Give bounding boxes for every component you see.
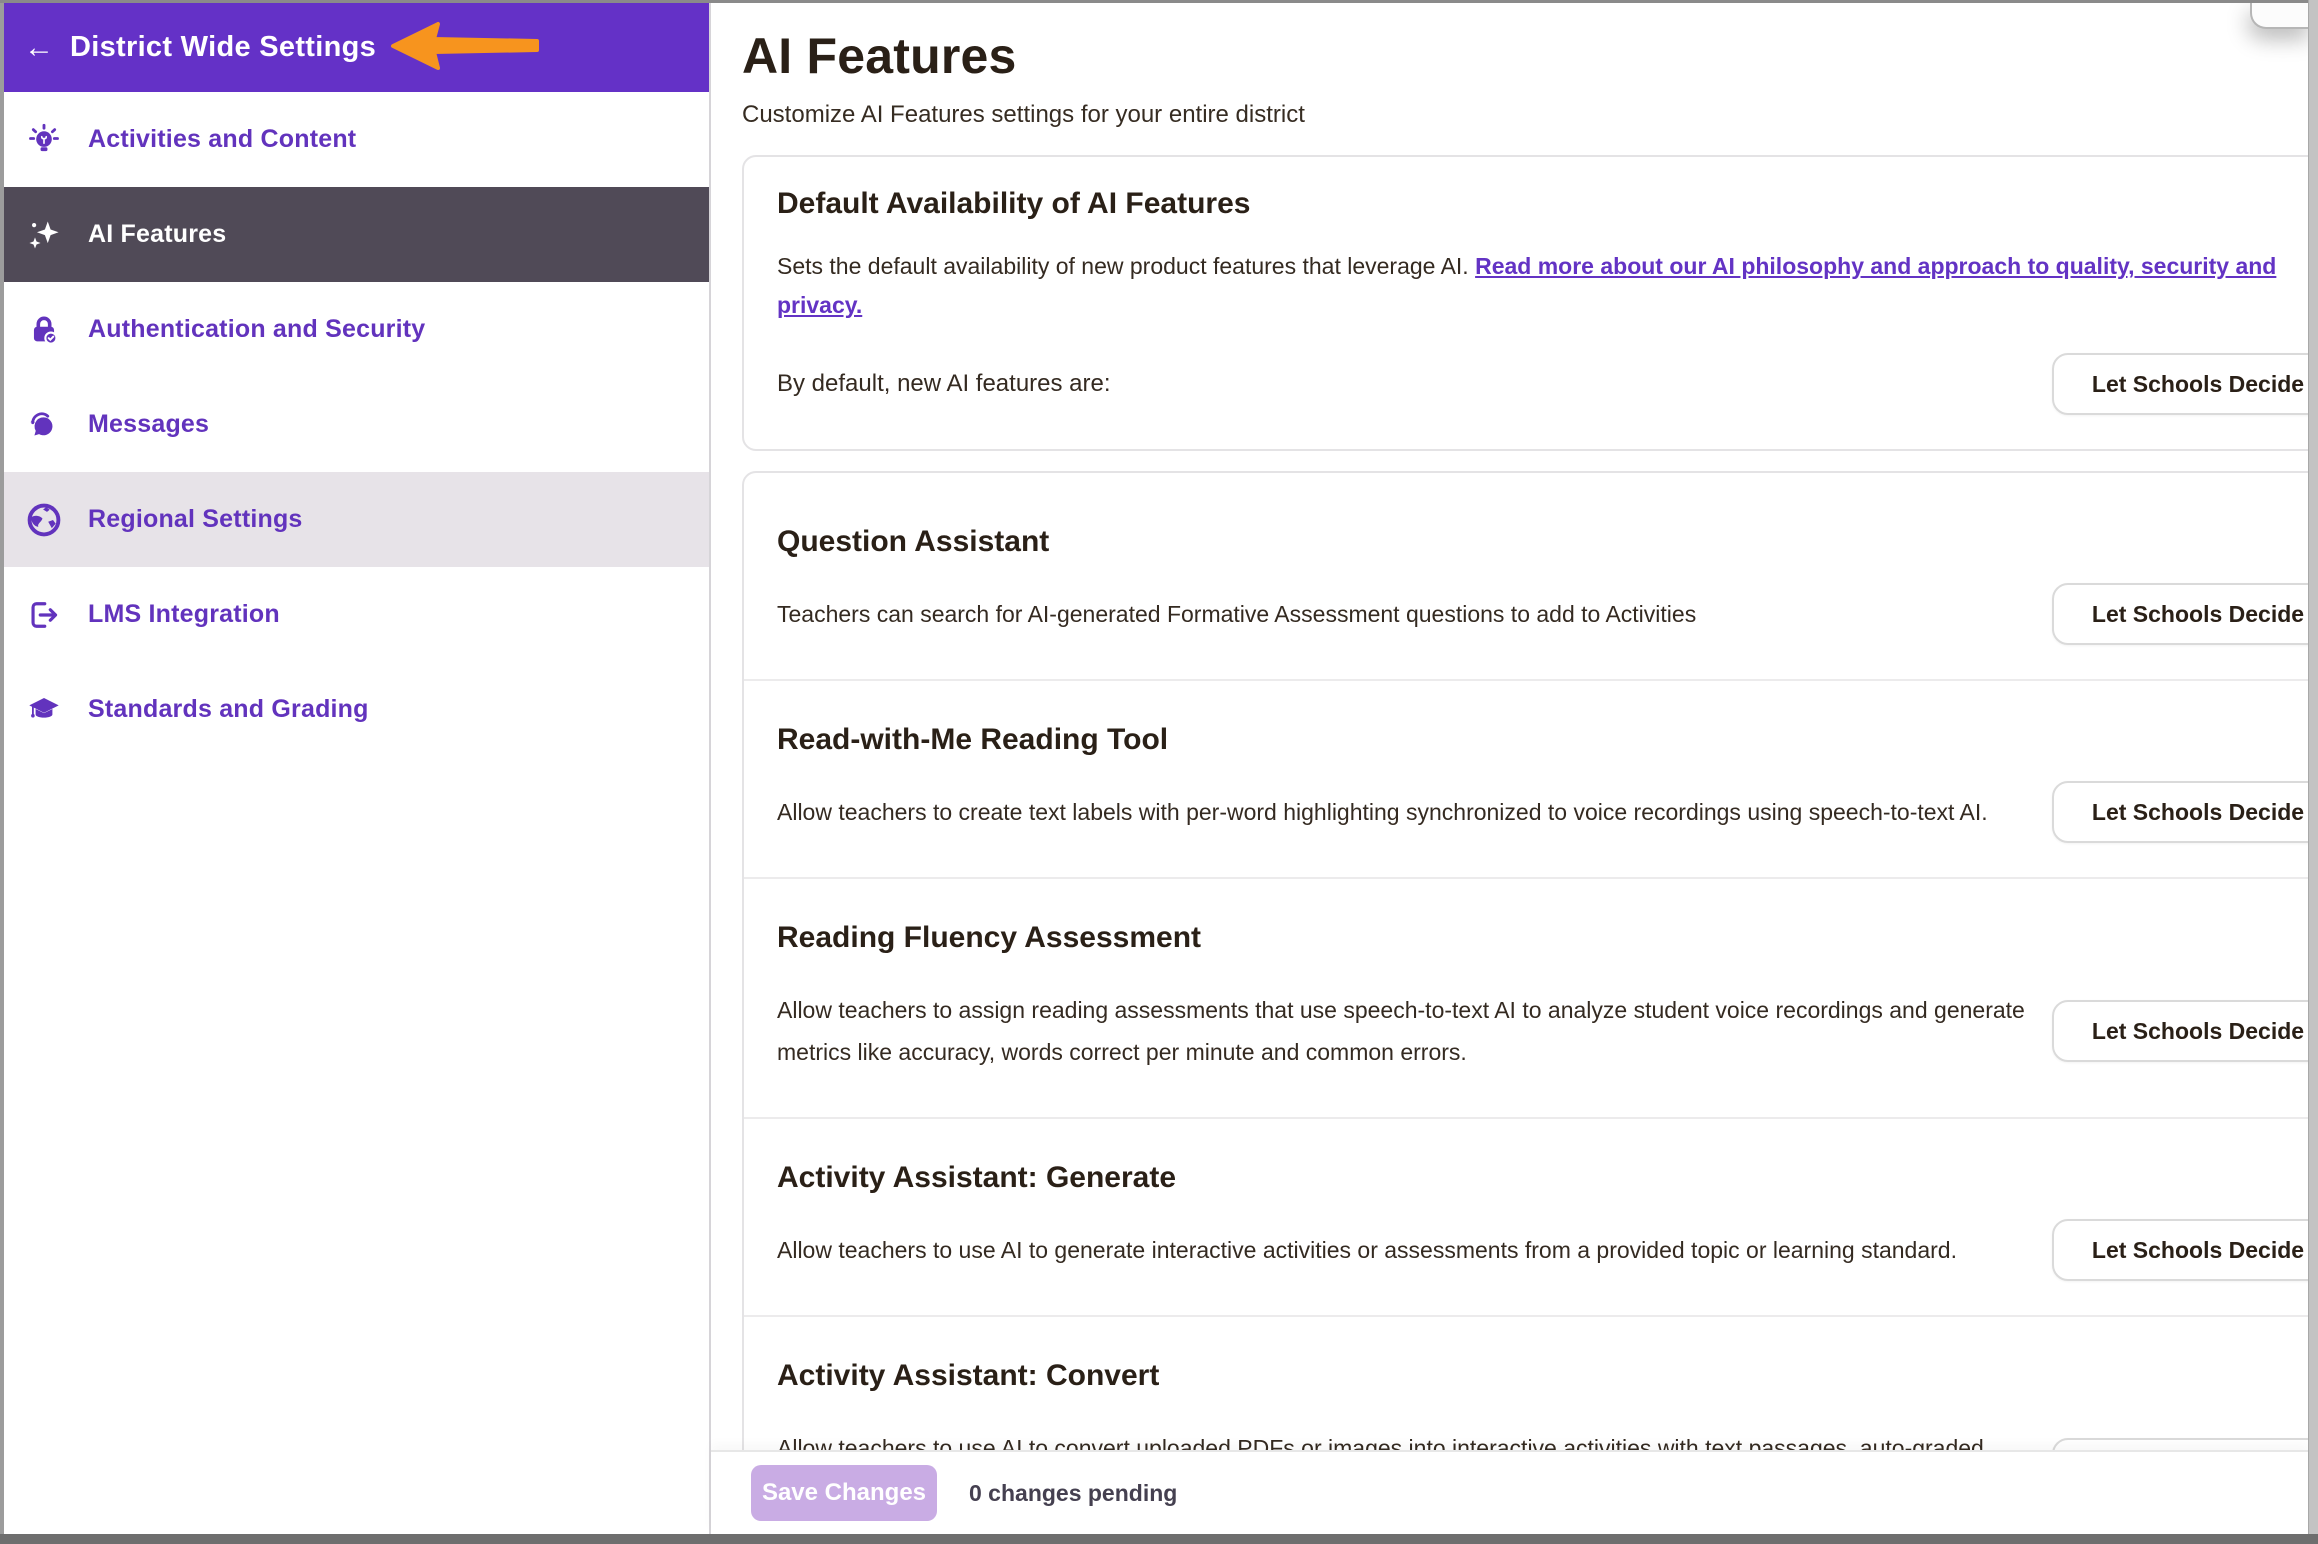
sidebar-item-standards-and-grading[interactable]: Standards and Grading	[4, 662, 709, 757]
save-changes-button[interactable]: Save Changes	[751, 1465, 937, 1521]
sidebar-header: ← District Wide Settings	[4, 3, 709, 92]
sidebar-item-label: LMS Integration	[88, 600, 280, 629]
default-availability-title: Default Availability of AI Features	[777, 187, 2309, 221]
settings-sidebar: ← District Wide Settings	[4, 3, 711, 1534]
feature-title: Activity Assistant: Generate	[777, 1161, 2309, 1195]
back-arrow-icon[interactable]: ←	[24, 33, 54, 63]
chat-bubbles-icon	[26, 407, 62, 443]
reading-fluency-dropdown-button[interactable]: Let Schools Decide	[2052, 1000, 2309, 1062]
sidebar-item-lms-integration[interactable]: LMS Integration	[4, 567, 709, 662]
window-frame-top	[0, 0, 2318, 3]
sidebar-item-label: AI Features	[88, 220, 226, 249]
feature-description: Teachers can search for AI-generated For…	[777, 593, 2027, 635]
sidebar-item-activities-and-content[interactable]: Activities and Content	[4, 92, 709, 187]
question-assistant-dropdown-button[interactable]: Let Schools Decide	[2052, 583, 2309, 645]
screenshot-root: ← District Wide Settings	[0, 0, 2318, 1544]
sidebar-item-ai-features[interactable]: AI Features	[4, 187, 709, 282]
sidebar-item-authentication-and-security[interactable]: Authentication and Security	[4, 282, 709, 377]
main-content: AI Features Customize AI Features settin…	[711, 3, 2309, 1534]
changes-pending-status: 0 changes pending	[969, 1480, 1177, 1507]
feature-title: Activity Assistant: Convert	[777, 1359, 2309, 1393]
window-frame-bottom	[0, 1534, 2318, 1544]
sidebar-item-regional-settings[interactable]: Regional Settings	[4, 472, 709, 567]
default-availability-card: Default Availability of AI Features Sets…	[742, 155, 2309, 451]
default-availability-description: Sets the default availability of new pro…	[777, 247, 2287, 325]
window-frame-left	[0, 0, 4, 1544]
feature-description: Allow teachers to assign reading assessm…	[777, 989, 2027, 1073]
feature-title: Question Assistant	[777, 525, 2309, 559]
sidebar-item-label: Messages	[88, 410, 209, 439]
sidebar-item-label: Authentication and Security	[88, 315, 425, 344]
globe-icon	[26, 502, 62, 538]
sidebar-item-messages[interactable]: Messages	[4, 377, 709, 472]
lock-icon	[26, 312, 62, 348]
default-setting-label: By default, new AI features are:	[777, 370, 1111, 398]
sidebar-item-label: Regional Settings	[88, 505, 303, 534]
lightbulb-icon	[26, 122, 62, 158]
ai-features-card: Question Assistant Teachers can search f…	[742, 471, 2309, 1534]
sidebar-title: District Wide Settings	[70, 31, 376, 64]
feature-description: Allow teachers to use AI to generate int…	[777, 1229, 2027, 1271]
sidebar-item-label: Activities and Content	[88, 125, 356, 154]
feature-activity-generate: Activity Assistant: Generate Allow teach…	[744, 1117, 2309, 1315]
read-with-me-dropdown-button[interactable]: Let Schools Decide	[2052, 781, 2309, 843]
app-window: ← District Wide Settings	[4, 3, 2309, 1534]
feature-read-with-me: Read-with-Me Reading Tool Allow teachers…	[744, 679, 2309, 877]
feature-reading-fluency: Reading Fluency Assessment Allow teacher…	[744, 877, 2309, 1117]
feature-title: Read-with-Me Reading Tool	[777, 723, 2309, 757]
popup-fragment	[2250, 3, 2309, 29]
sidebar-item-label: Standards and Grading	[88, 695, 369, 724]
feature-description: Allow teachers to create text labels wit…	[777, 791, 2027, 833]
sparkles-icon	[26, 217, 62, 253]
sidebar-nav: Activities and Content AI Features	[4, 92, 709, 757]
default-availability-dropdown-button[interactable]: Let Schools Decide	[2052, 353, 2309, 415]
feature-question-assistant: Question Assistant Teachers can search f…	[744, 483, 2309, 679]
page-subtitle: Customize AI Features settings for your …	[742, 101, 2309, 129]
save-footer: Save Changes 0 changes pending	[711, 1450, 2309, 1534]
default-setting-row: By default, new AI features are: Let Sch…	[777, 353, 2309, 415]
graduation-cap-icon	[26, 692, 62, 728]
description-text: Sets the default availability of new pro…	[777, 253, 1475, 279]
feature-title: Reading Fluency Assessment	[777, 921, 2309, 955]
activity-generate-dropdown-button[interactable]: Let Schools Decide	[2052, 1219, 2309, 1281]
window-frame-right	[2308, 0, 2318, 1544]
export-icon	[26, 597, 62, 633]
page-title: AI Features	[742, 27, 2309, 85]
